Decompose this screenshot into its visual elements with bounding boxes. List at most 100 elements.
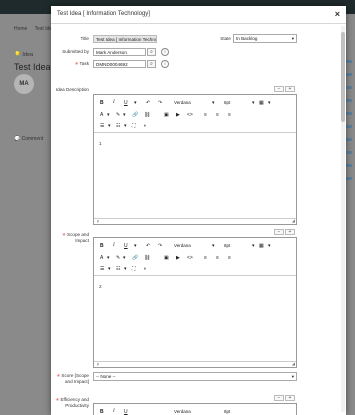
expand-button[interactable]: + xyxy=(285,395,295,401)
code-icon[interactable]: <> xyxy=(187,112,193,118)
align-right-icon[interactable]: ≡ xyxy=(228,112,231,118)
chevron-down-icon[interactable]: ▾ xyxy=(124,266,127,272)
editor-footer: p ◢ xyxy=(94,218,296,224)
collapse-button[interactable]: − xyxy=(274,395,284,401)
comment-button[interactable]: 💬 Comment xyxy=(14,136,43,142)
font-size-select[interactable]: 8pt xyxy=(224,409,230,415)
table-icon[interactable]: ▦ xyxy=(259,100,264,106)
chevron-down-icon[interactable]: ▾ xyxy=(123,255,126,261)
chevron-down-icon[interactable]: ▾ xyxy=(212,100,215,106)
editor-content[interactable]: 1 xyxy=(99,141,102,146)
chevron-down-icon[interactable]: ▾ xyxy=(107,255,110,261)
modal-scrollbar[interactable] xyxy=(341,26,345,412)
scope-impact-editor[interactable]: B I U ▾ ↶ ↷ Verdana ▾ 8pt ▾ ▦ ▾ A ▾ ✎ ▾ … xyxy=(93,237,297,368)
bullet-list-icon[interactable]: ☰ xyxy=(100,266,104,272)
font-family-select[interactable]: Verdana xyxy=(174,100,191,106)
modal-header: Test Idea [ Information Technology] × xyxy=(51,6,346,24)
task-field[interactable]: DMND0004692 xyxy=(93,60,146,68)
image-icon[interactable]: ▣ xyxy=(164,255,169,261)
underline-button[interactable]: U xyxy=(124,100,128,106)
text-color-icon[interactable]: A xyxy=(100,255,103,261)
code-icon[interactable]: <> xyxy=(187,255,193,261)
chevron-down-icon[interactable]: ▾ xyxy=(252,100,255,106)
align-left-icon[interactable]: ≡ xyxy=(204,255,207,261)
chevron-down-icon[interactable]: ▾ xyxy=(134,100,137,106)
expand-button[interactable]: + xyxy=(285,229,295,235)
text-color-icon[interactable]: A xyxy=(100,112,103,118)
bold-button[interactable]: B xyxy=(100,243,104,249)
submitted-by-field[interactable]: Mark Anderson xyxy=(93,48,146,56)
align-right-icon[interactable]: ≡ xyxy=(228,255,231,261)
font-size-select[interactable]: 8pt xyxy=(224,243,230,249)
highlight-icon[interactable]: ✎ xyxy=(116,112,120,118)
underline-button[interactable]: U xyxy=(124,409,128,415)
table-icon[interactable]: ▦ xyxy=(259,243,264,249)
media-icon[interactable]: ▶ xyxy=(176,255,180,261)
collapse-button[interactable]: − xyxy=(274,86,284,92)
redo-icon[interactable]: ↷ xyxy=(158,100,162,106)
scroll-thumb[interactable] xyxy=(341,32,345,122)
info-icon[interactable]: i xyxy=(161,60,169,68)
numbered-list-icon[interactable]: ☷ xyxy=(116,123,120,129)
chevron-down-icon[interactable]: ▾ xyxy=(108,266,111,272)
link-icon[interactable]: 🔗 xyxy=(132,255,138,261)
chevron-down-icon[interactable]: ▾ xyxy=(108,123,111,129)
link-icon[interactable]: 🔗 xyxy=(132,112,138,118)
breadcrumb-current[interactable]: Test Ide xyxy=(35,26,53,32)
state-select[interactable]: In Backlog ▾ xyxy=(233,34,297,43)
bold-button[interactable]: B xyxy=(100,100,104,106)
chevron-down-icon[interactable]: ▾ xyxy=(134,243,137,249)
state-label: State xyxy=(220,36,231,41)
chevron-down-icon[interactable]: ▾ xyxy=(268,243,271,249)
chevron-down-icon[interactable]: ▾ xyxy=(124,123,127,129)
numbered-list-icon[interactable]: ☷ xyxy=(116,266,120,272)
unlink-icon[interactable]: ⛓ xyxy=(144,255,150,261)
resize-handle-icon[interactable]: ◢ xyxy=(292,361,295,366)
fullscreen-icon[interactable]: ⛶ xyxy=(132,266,136,272)
chevron-down-icon[interactable]: ▾ xyxy=(107,112,110,118)
align-left-icon[interactable]: ≡ xyxy=(204,112,207,118)
chevron-down-icon[interactable]: ▾ xyxy=(252,243,255,249)
font-family-select[interactable]: Verdana xyxy=(174,243,191,249)
collapse-button[interactable]: − xyxy=(274,229,284,235)
breadcrumb-home[interactable]: Home xyxy=(14,26,27,32)
highlight-icon[interactable]: ✎ xyxy=(116,255,120,261)
bold-button[interactable]: B xyxy=(100,409,104,415)
align-center-icon[interactable]: ≡ xyxy=(216,112,219,118)
italic-button[interactable]: I xyxy=(113,243,115,249)
required-icon: ✳ xyxy=(62,232,67,237)
search-icon[interactable]: ⌕ xyxy=(147,48,156,56)
font-family-select[interactable]: Verdana xyxy=(174,409,191,415)
title-field[interactable]: Test Idea [ Information Techno xyxy=(93,35,157,43)
font-size-select[interactable]: 8pt xyxy=(224,100,230,106)
required-icon: ✳ xyxy=(55,397,60,402)
italic-button[interactable]: I xyxy=(113,409,115,415)
chevron-down-icon[interactable]: ▾ xyxy=(268,100,271,106)
search-icon[interactable]: ⌕ xyxy=(147,60,156,68)
redo-icon[interactable]: ↷ xyxy=(158,243,162,249)
undo-icon[interactable]: ↶ xyxy=(146,100,150,106)
underline-button[interactable]: U xyxy=(124,243,128,249)
resize-handle-icon[interactable]: ◢ xyxy=(292,218,295,223)
image-icon[interactable]: ▣ xyxy=(164,112,169,118)
contrast-icon[interactable]: ◑ xyxy=(143,266,146,272)
contrast-icon[interactable]: ◑ xyxy=(143,123,146,129)
idea-description-label: Idea Description xyxy=(55,87,89,92)
idea-description-editor[interactable]: B I U ▾ ↶ ↷ Verdana ▾ 8pt ▾ ▦ ▾ A ▾ ✎ ▾ … xyxy=(93,94,297,225)
efficiency-editor[interactable]: B I U Verdana 8pt xyxy=(93,403,297,415)
undo-icon[interactable]: ↶ xyxy=(146,243,150,249)
info-icon[interactable]: i xyxy=(161,48,169,56)
editor-content[interactable]: 2 xyxy=(99,284,102,289)
unlink-icon[interactable]: ⛓ xyxy=(144,112,150,118)
italic-button[interactable]: I xyxy=(113,100,115,106)
expand-button[interactable]: + xyxy=(285,86,295,92)
chevron-down-icon[interactable]: ▾ xyxy=(212,243,215,249)
bullet-list-icon[interactable]: ☰ xyxy=(100,123,104,129)
score-select[interactable]: -- None -- ▾ xyxy=(93,372,297,381)
close-icon[interactable]: × xyxy=(335,9,340,19)
fullscreen-icon[interactable]: ⛶ xyxy=(132,123,136,129)
title-label: Title xyxy=(80,36,89,41)
chevron-down-icon[interactable]: ▾ xyxy=(123,112,126,118)
media-icon[interactable]: ▶ xyxy=(176,112,180,118)
align-center-icon[interactable]: ≡ xyxy=(216,255,219,261)
